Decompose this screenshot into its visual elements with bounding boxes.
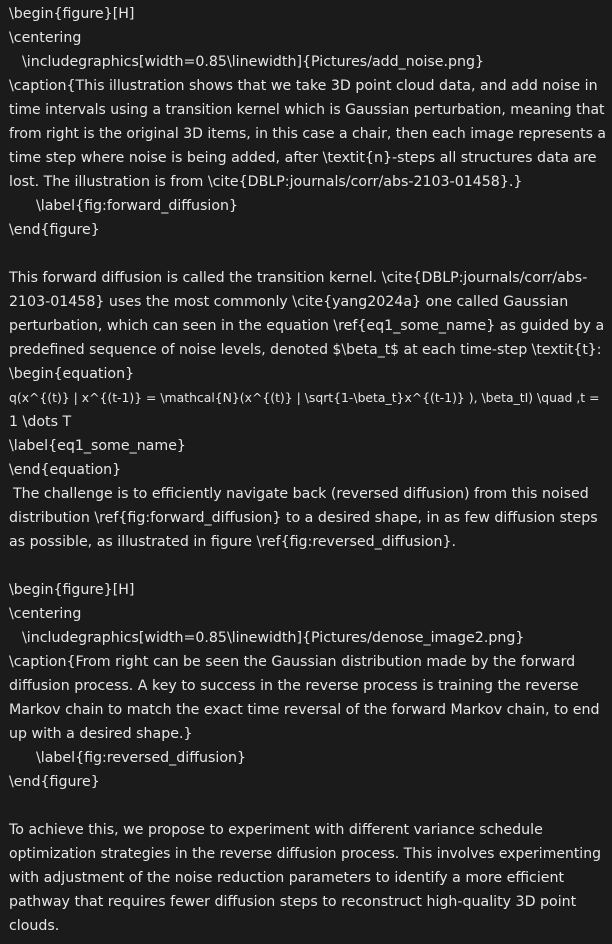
text-line: predefined sequence of noise levels, den… xyxy=(9,342,602,358)
text-line: 2103-01458} uses the most commonly \cite… xyxy=(9,294,569,310)
text-line: optimization strategies in the reverse d… xyxy=(9,846,601,862)
code-line: \begin{figure}[H] xyxy=(9,6,135,22)
text-line: perturbation, which can seen in the equa… xyxy=(9,318,605,334)
text-line: To achieve this, we propose to experimen… xyxy=(9,822,543,838)
code-line: \end{figure} xyxy=(9,774,100,790)
code-line: Markov chain to match the exact time rev… xyxy=(9,702,600,718)
equation-line: 1 \dots T xyxy=(9,414,72,430)
code-line: \label{eq1_some_name} xyxy=(9,438,186,454)
code-line: from right is the original 3D items, in … xyxy=(9,126,606,142)
text-line: distribution \ref{fig:forward_diffusion}… xyxy=(9,510,598,526)
code-line: \begin{figure}[H] xyxy=(9,582,135,598)
figure-block-forward-diffusion: \begin{figure}[H] \centering \includegra… xyxy=(9,2,606,242)
code-line: \begin{equation} xyxy=(9,366,135,382)
text-line: as possible, as illustrated in figure \r… xyxy=(9,534,456,550)
paragraph-proposal: To achieve this, we propose to experimen… xyxy=(9,818,606,938)
paragraph-transition-kernel: This forward diffusion is called the tra… xyxy=(9,266,606,554)
code-line: \caption{This illustration shows that we… xyxy=(9,78,598,94)
text-line: clouds. xyxy=(9,918,60,934)
text-line: The challenge is to efficiently navigate… xyxy=(13,486,589,502)
latex-text-document: \begin{figure}[H] \centering \includegra… xyxy=(0,0,612,938)
text-line: pathway that requires fewer diffusion st… xyxy=(9,894,577,910)
code-line: up with a desired shape.} xyxy=(9,726,193,742)
text-line: This forward diffusion is called the tra… xyxy=(9,270,588,286)
code-line: \label{fig:reversed_diffusion} xyxy=(36,750,247,766)
code-line: \centering xyxy=(9,606,82,622)
code-line: lost. The illustration is from \cite{DBL… xyxy=(9,174,523,190)
code-line: \end{figure} xyxy=(9,222,100,238)
code-line: diffusion process. A key to success in t… xyxy=(9,678,579,694)
code-line: \end{equation} xyxy=(9,462,122,478)
code-line: time intervals using a transition kernel… xyxy=(9,102,605,118)
code-line: time step where noise is being added, af… xyxy=(9,150,597,166)
equation-line: q(x^{(t)} | x^{(t-1)} = \mathcal{N}(x^{(… xyxy=(9,390,600,405)
code-line: \centering xyxy=(9,30,82,46)
code-line: \caption{From right can be seen the Gaus… xyxy=(9,654,576,670)
code-line: \includegraphics[width=0.85\linewidth]{P… xyxy=(22,54,485,70)
code-line: \includegraphics[width=0.85\linewidth]{P… xyxy=(22,630,525,646)
figure-block-reversed-diffusion: \begin{figure}[H] \centering \includegra… xyxy=(9,578,606,794)
text-line: with adjustment of the noise reduction p… xyxy=(9,870,565,886)
code-line: \label{fig:forward_diffusion} xyxy=(36,198,239,214)
